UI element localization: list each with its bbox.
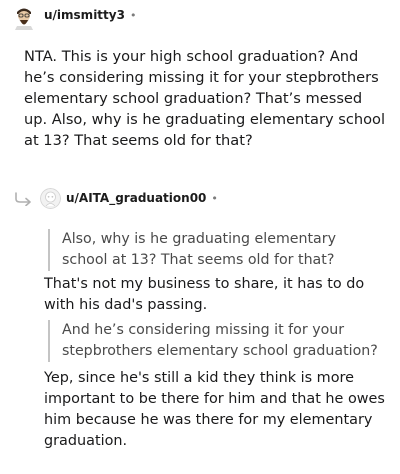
separator-dot: • (211, 191, 218, 205)
comment-header: u/imsmitty3 • (44, 8, 136, 22)
username-link[interactable]: u/AITA_graduation00 (66, 191, 206, 205)
reply-arrow-icon (15, 192, 31, 206)
default-avatar-icon[interactable] (40, 188, 61, 209)
reply-paragraph: That's not my business to share, it has … (44, 276, 365, 313)
comment-body: NTA. This is your high school graduation… (24, 48, 386, 149)
separator-dot: • (129, 8, 137, 22)
user-avatar-icon[interactable] (13, 4, 35, 30)
reply-paragraph: Yep, since he's still a kid they think i… (44, 370, 385, 449)
reply-header: u/AITA_graduation00 • (66, 191, 218, 205)
quoted-text: Also, why is he graduating elementary sc… (48, 229, 378, 271)
quoted-text: And he’s considering missing it for your… (48, 320, 378, 362)
username-link[interactable]: u/imsmitty3 (44, 8, 125, 22)
